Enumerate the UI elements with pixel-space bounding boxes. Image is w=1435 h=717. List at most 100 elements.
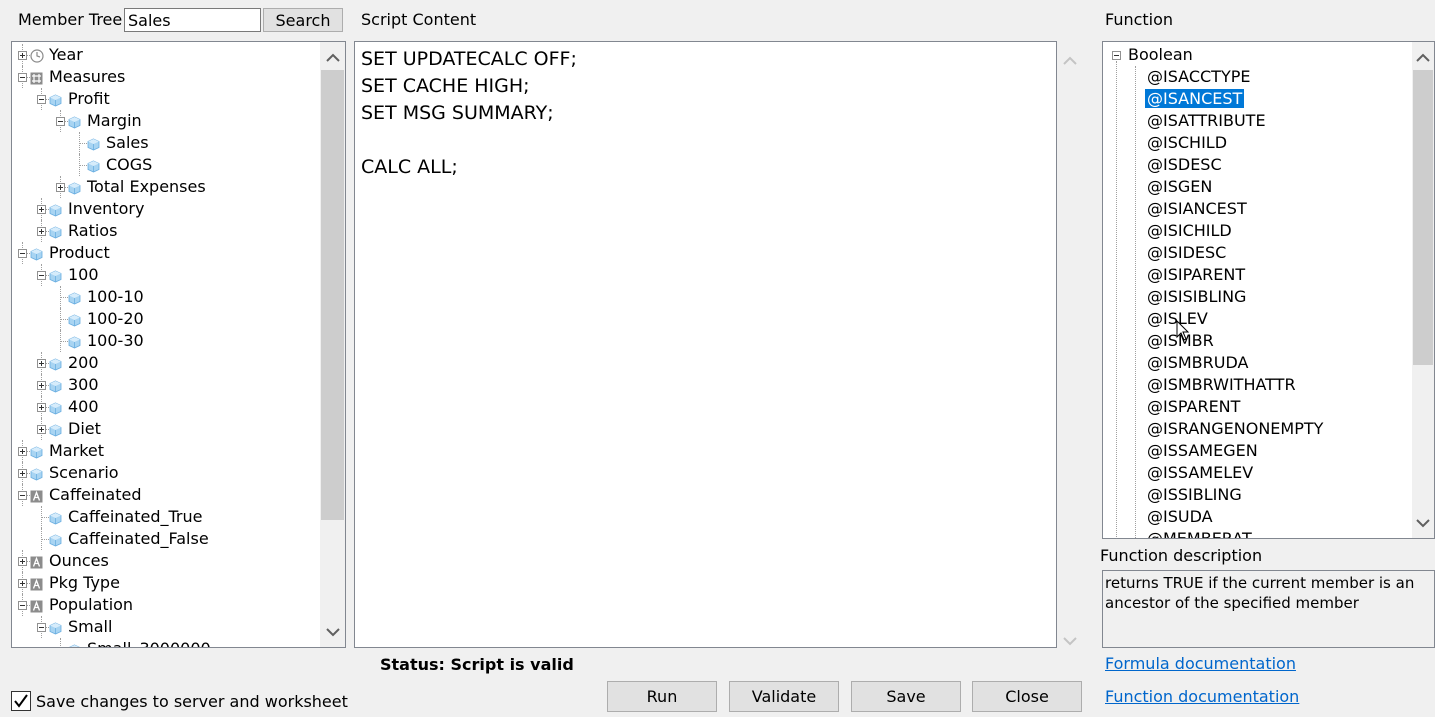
tree-item[interactable]: Inventory [68,198,144,220]
tree-item[interactable]: Ounces [49,550,109,572]
tree-item[interactable]: Caffeinated_True [68,506,203,528]
tree-item[interactable]: 400 [68,396,99,418]
collapse-icon[interactable] [18,491,27,500]
script-editor[interactable]: SET UPDATECALC OFF; SET CACHE HIGH; SET … [354,41,1057,648]
tree-item[interactable]: Profit [68,88,110,110]
expand-icon[interactable] [37,359,46,368]
tree-item[interactable]: Small_3000000 [87,638,211,647]
function-item[interactable]: @ISIDESC [1147,242,1226,264]
function-item[interactable]: @ISIANCEST [1147,198,1247,220]
scroll-down-icon[interactable] [320,618,345,646]
tree-connector-line [79,154,80,176]
tree-item[interactable]: Year [49,44,83,66]
tree-item[interactable]: Market [49,440,104,462]
function-item[interactable]: @ISPARENT [1147,396,1240,418]
close-button[interactable]: Close [972,681,1082,712]
save-button[interactable]: Save [851,681,961,712]
collapse-icon[interactable] [37,623,46,632]
expand-icon[interactable] [18,469,27,478]
tree-item[interactable]: Ratios [68,220,117,242]
tree-item[interactable]: 100-20 [87,308,144,330]
tree-item[interactable]: Total Expenses [87,176,206,198]
function-item[interactable]: @ISISIBLING [1147,286,1246,308]
expand-icon[interactable] [18,447,27,456]
tree-item[interactable]: Diet [68,418,101,440]
function-scrollbar[interactable] [1412,42,1434,538]
function-item[interactable]: @ISMBRUDA [1147,352,1248,374]
tree-item[interactable]: Small [68,616,112,638]
function-item[interactable]: @ISSIBLING [1147,484,1242,506]
expand-icon[interactable] [37,403,46,412]
member-tree-panel[interactable]: Year Measures Profit Margin Sales COGS Total E… [11,41,346,648]
member-icon [30,246,43,261]
function-item[interactable]: @ISSAMELEV [1147,462,1253,484]
expand-icon[interactable] [37,425,46,434]
function-item[interactable]: @ISIPARENT [1147,264,1245,286]
member-tree-scrollbar[interactable] [320,42,345,647]
script-text[interactable]: SET UPDATECALC OFF; SET CACHE HIGH; SET … [361,46,577,181]
function-item[interactable]: @ISDESC [1147,154,1222,176]
tree-item[interactable]: Margin [87,110,142,132]
function-item[interactable]: @ISACCTYPE [1147,66,1250,88]
function-item[interactable]: @ISATTRIBUTE [1147,110,1266,132]
collapse-icon[interactable] [1112,51,1121,60]
function-item[interactable]: @ISANCEST [1143,88,1246,110]
expand-icon[interactable] [56,183,65,192]
scroll-up-icon[interactable] [320,43,345,71]
member-search-input[interactable] [124,8,261,32]
function-item[interactable]: @MEMBERAT [1147,528,1252,538]
formula-documentation-link[interactable]: Formula documentation [1105,654,1296,673]
script-scroll-down-icon[interactable] [1063,631,1077,650]
tree-item[interactable]: Sales [106,132,149,154]
function-item[interactable]: @ISGEN [1147,176,1212,198]
member-icon [49,92,62,107]
tree-item[interactable]: Measures [49,66,125,88]
validate-button[interactable]: Validate [729,681,839,712]
save-changes-checkbox[interactable] [11,691,31,711]
function-item[interactable]: @ISUDA [1147,506,1213,528]
function-item[interactable]: @ISSAMEGEN [1147,440,1258,462]
tree-connector-line [60,286,61,308]
tree-item[interactable]: 200 [68,352,99,374]
function-scroll-up-icon[interactable] [1412,43,1434,71]
tree-item[interactable]: Pkg Type [49,572,120,594]
expand-icon[interactable] [18,557,27,566]
tree-item[interactable]: 100-30 [87,330,144,352]
tree-item[interactable]: Scenario [49,462,119,484]
tree-item[interactable]: Caffeinated_False [68,528,209,550]
tree-item[interactable]: 300 [68,374,99,396]
tree-item[interactable]: 100-10 [87,286,144,308]
tree-item[interactable]: 100 [68,264,99,286]
save-changes-label[interactable]: Save changes to server and worksheet [36,692,348,711]
collapse-icon[interactable] [37,271,46,280]
run-button[interactable]: Run [607,681,717,712]
function-item-selected[interactable]: @ISANCEST [1143,88,1246,109]
expand-icon[interactable] [37,205,46,214]
function-scroll-down-icon[interactable] [1412,509,1434,537]
collapse-icon[interactable] [37,95,46,104]
collapse-icon[interactable] [18,249,27,258]
function-item[interactable]: @ISRANGENONEMPTY [1147,418,1323,440]
function-item[interactable]: @ISMBRWITHATTR [1147,374,1296,396]
tree-item[interactable]: Population [49,594,133,616]
member-tree-scroll-thumb[interactable] [321,70,344,520]
script-scroll-up-icon[interactable] [1063,50,1077,69]
collapse-icon[interactable] [18,73,27,82]
expand-icon[interactable] [37,227,46,236]
tree-item[interactable]: Product [49,242,110,264]
function-scroll-thumb[interactable] [1413,70,1433,365]
search-button[interactable]: Search [263,8,343,32]
function-item[interactable]: @ISICHILD [1147,220,1232,242]
function-item[interactable]: @ISCHILD [1147,132,1227,154]
collapse-icon[interactable] [18,601,27,610]
expand-icon[interactable] [37,381,46,390]
expand-icon[interactable] [18,579,27,588]
function-category[interactable]: Boolean [1128,44,1193,66]
function-tree-panel[interactable]: Boolean @ISACCTYPE @ISANCEST @ISATTRIBUTE @I… [1102,41,1435,539]
tree-item[interactable]: COGS [106,154,152,176]
collapse-icon[interactable] [56,117,65,126]
tree-item[interactable]: Caffeinated [49,484,142,506]
function-documentation-link[interactable]: Function documentation [1105,687,1299,706]
attribute-icon [30,488,43,503]
expand-icon[interactable] [18,51,27,60]
